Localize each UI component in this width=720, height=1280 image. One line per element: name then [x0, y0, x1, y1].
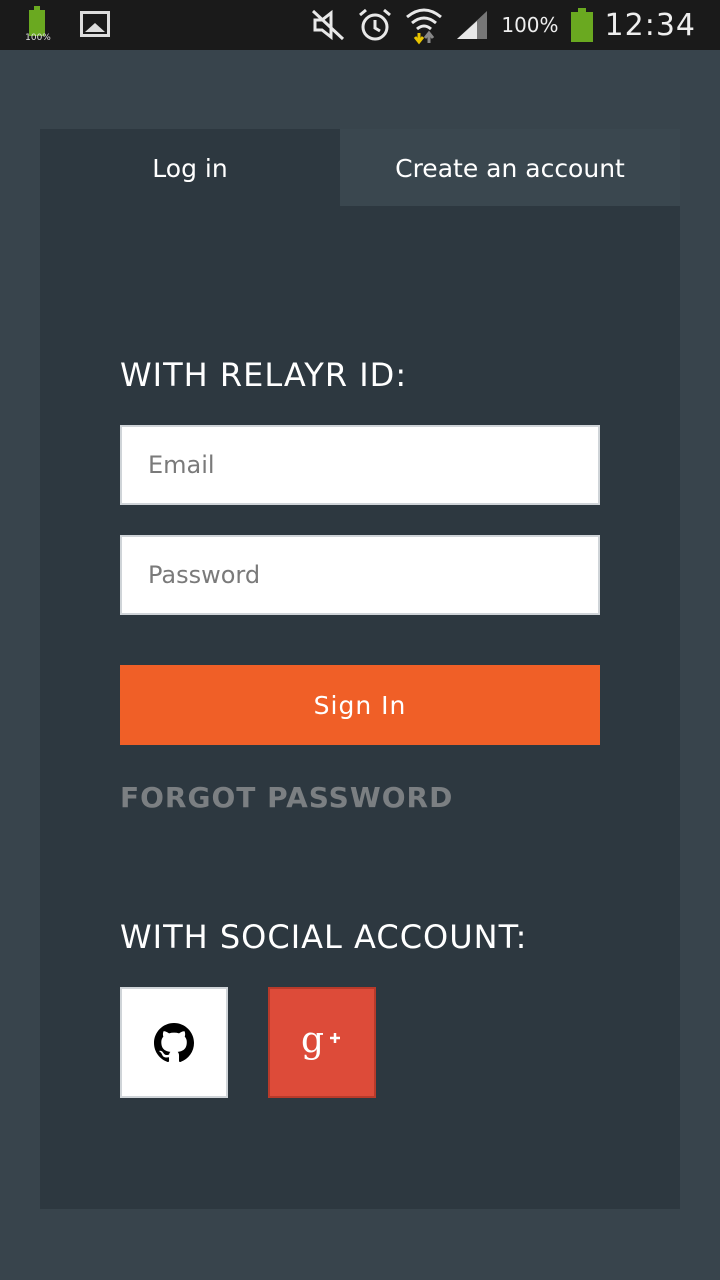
- alarm-icon: [359, 8, 392, 41]
- battery-icon: 100%: [24, 6, 51, 43]
- github-icon: [154, 1022, 194, 1062]
- auth-tabs: Log in Create an account: [40, 129, 680, 207]
- battery-percent: 100%: [501, 13, 559, 37]
- github-login-button[interactable]: [120, 987, 228, 1098]
- status-bar: 100% 100% 12:34: [0, 0, 720, 50]
- sign-in-button[interactable]: Sign In: [120, 665, 600, 745]
- login-card: WITH RELAYR ID: Sign In FORGOT PASSWORD …: [40, 206, 680, 1209]
- battery-small-label: 100%: [25, 33, 51, 43]
- forgot-password-link[interactable]: FORGOT PASSWORD: [120, 781, 453, 814]
- image-icon: [80, 11, 110, 37]
- social-account-heading: WITH SOCIAL ACCOUNT:: [120, 918, 528, 956]
- email-field[interactable]: [120, 425, 600, 505]
- google-plus-login-button[interactable]: g: [268, 987, 376, 1098]
- tab-create-account[interactable]: Create an account: [340, 129, 680, 207]
- google-plus-icon: g: [301, 1020, 340, 1061]
- tab-log-in[interactable]: Log in: [40, 129, 340, 207]
- battery-icon: [570, 8, 593, 42]
- wifi-icon: [406, 8, 443, 45]
- password-field[interactable]: [120, 535, 600, 615]
- svg-text:g: g: [301, 1020, 324, 1061]
- clock: 12:34: [604, 7, 696, 43]
- mute-icon: [312, 9, 345, 41]
- relayr-id-heading: WITH RELAYR ID:: [120, 356, 408, 394]
- signal-icon: [457, 11, 488, 39]
